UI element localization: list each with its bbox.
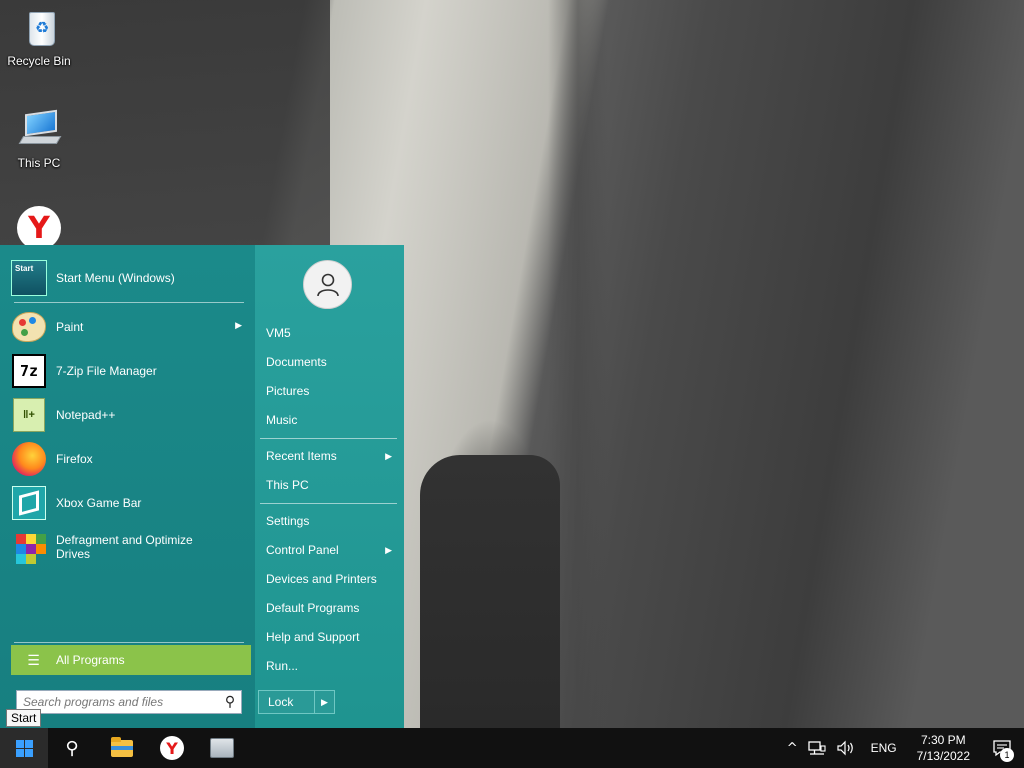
file-explorer-icon (111, 736, 133, 757)
app-window-icon (210, 738, 234, 758)
notepadpp-icon: ‖+ (13, 398, 45, 432)
places-label: Devices and Printers (266, 572, 377, 586)
places-item-vm5[interactable]: VM5 (266, 322, 396, 344)
language-label: ENG (870, 741, 897, 755)
start-menu-app-icon: Start (11, 260, 47, 296)
places-item-default-programs[interactable]: Default Programs (266, 597, 396, 619)
all-programs-label: All Programs (56, 653, 125, 667)
program-label: 7-Zip File Manager (56, 364, 157, 378)
places-label: VM5 (266, 326, 291, 340)
desktop-icon-this-pc[interactable]: This PC (1, 108, 77, 170)
computer-icon (17, 108, 62, 152)
defrag-icon (12, 530, 46, 564)
clock-date: 7/13/2022 (916, 749, 970, 763)
places-item-music[interactable]: Music (266, 409, 396, 431)
start-button[interactable] (0, 728, 48, 768)
recycle-bin-icon: ♻ (17, 6, 61, 50)
program-label: Defragment and Optimize Drives (56, 533, 193, 561)
system-tray: ^ ENG 7:30 PM 7/13/2022 1 (782, 728, 1024, 768)
submenu-arrow-icon: ▶ (235, 320, 242, 330)
separator (14, 302, 244, 303)
firefox-icon (12, 442, 46, 476)
places-label: Music (266, 413, 298, 427)
7zip-icon: 7z (12, 354, 46, 388)
places-label: This PC (266, 478, 309, 492)
places-item-run[interactable]: Run... (266, 655, 396, 677)
places-item-settings[interactable]: Settings (266, 510, 396, 532)
places-label: Run... (266, 659, 299, 673)
clock-button[interactable]: 7:30 PM 7/13/2022 (907, 728, 980, 768)
all-programs-button[interactable]: ☰ All Programs (11, 645, 251, 675)
yandex-browser-icon: Y (17, 206, 61, 250)
places-item-devices-printers[interactable]: Devices and Printers (266, 568, 396, 590)
program-label: Firefox (56, 452, 93, 466)
list-icon: ☰ (27, 651, 40, 668)
program-item-defrag[interactable]: Defragment and Optimize Drives (10, 527, 246, 567)
lock-label: Lock (268, 695, 294, 709)
start-tooltip: Start (6, 709, 42, 727)
program-label: Start Menu (Windows) (56, 271, 175, 285)
yandex-browser-icon: Y (160, 736, 184, 760)
taskbar: ⚲ Y ^ ENG 7:30 PM 7/13/2022 1 (0, 728, 1024, 768)
program-item-paint[interactable]: Paint ▶ (10, 307, 246, 347)
desktop-icon-label: This PC (17, 156, 61, 170)
start-menu-programs-pane: Start Start Menu (Windows) Paint ▶ 7z 7-… (0, 245, 255, 728)
places-label: Pictures (266, 384, 310, 398)
taskbar-yandex-browser[interactable]: Y (148, 728, 196, 768)
taskbar-app-window[interactable] (198, 728, 246, 768)
places-item-recent-items[interactable]: Recent Items ▶ (266, 445, 396, 467)
program-item-7zip[interactable]: 7z 7-Zip File Manager (10, 351, 246, 391)
power-options-arrow[interactable]: ▶ (314, 691, 334, 713)
places-item-pictures[interactable]: Pictures (266, 380, 396, 402)
places-label: Default Programs (266, 601, 360, 615)
places-label: Control Panel (266, 543, 339, 557)
input-language-button[interactable]: ENG (861, 728, 907, 768)
xbox-game-bar-icon (12, 486, 46, 520)
program-label: Paint (56, 320, 84, 334)
places-label: Recent Items (266, 449, 337, 463)
submenu-arrow-icon: ▶ (385, 450, 392, 461)
wallpaper-rock-pillar (420, 455, 560, 728)
search-icon[interactable]: ⚲ (219, 694, 241, 710)
separator (260, 503, 397, 504)
places-item-help-support[interactable]: Help and Support (266, 626, 396, 648)
paint-palette-icon (12, 312, 46, 342)
chevron-up-icon: ^ (786, 740, 798, 756)
program-item-firefox[interactable]: Firefox (10, 439, 246, 479)
start-menu: Start Start Menu (Windows) Paint ▶ 7z 7-… (0, 245, 404, 728)
windows-start-icon (15, 739, 33, 757)
network-icon (807, 741, 826, 755)
network-button[interactable] (803, 728, 831, 768)
taskbar-search-button[interactable]: ⚲ (48, 728, 96, 768)
places-label: Settings (266, 514, 310, 528)
search-box[interactable]: ⚲ (16, 690, 242, 714)
user-avatar-icon (316, 273, 339, 296)
program-item-notepadpp[interactable]: ‖+ Notepad++ (10, 395, 246, 435)
speaker-icon (836, 740, 853, 756)
volume-button[interactable] (831, 728, 861, 768)
taskbar-file-explorer[interactable] (98, 728, 146, 768)
pinned-start-menu-windows[interactable]: Start Start Menu (Windows) (10, 258, 246, 298)
program-item-xbox-game-bar[interactable]: Xbox Game Bar (10, 483, 246, 523)
program-label: Xbox Game Bar (56, 496, 142, 510)
search-icon: ⚲ (65, 737, 79, 759)
program-label: Notepad++ (56, 408, 116, 422)
separator (260, 438, 397, 439)
places-label: Documents (266, 355, 327, 369)
separator (14, 642, 244, 643)
places-item-control-panel[interactable]: Control Panel ▶ (266, 539, 396, 561)
lock-button[interactable]: Lock ▶ (258, 690, 335, 714)
places-item-this-pc[interactable]: This PC (266, 474, 396, 496)
notification-center-button[interactable]: 1 (980, 728, 1024, 768)
submenu-arrow-icon: ▶ (385, 544, 392, 555)
clock-time: 7:30 PM (920, 733, 966, 747)
user-avatar[interactable] (303, 260, 352, 309)
desktop-icon-label: Recycle Bin (7, 54, 71, 68)
show-hidden-icons-button[interactable]: ^ (782, 728, 803, 768)
places-item-documents[interactable]: Documents (266, 351, 396, 373)
places-label: Help and Support (266, 630, 360, 644)
search-input[interactable] (17, 692, 219, 712)
notification-count-badge: 1 (1000, 748, 1014, 762)
desktop-icon-recycle-bin[interactable]: ♻ Recycle Bin (1, 6, 77, 68)
